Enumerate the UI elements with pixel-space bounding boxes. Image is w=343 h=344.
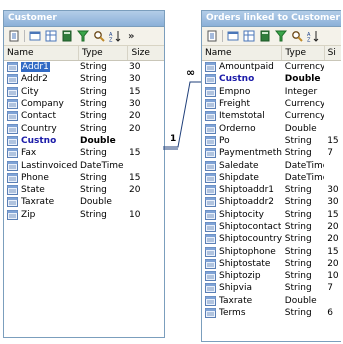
relationship-many-label: ∞ — [186, 66, 196, 79]
relationship-one-label: 1 — [170, 134, 177, 144]
relationship-line[interactable] — [163, 81, 201, 148]
relationship-link[interactable] — [0, 0, 343, 344]
